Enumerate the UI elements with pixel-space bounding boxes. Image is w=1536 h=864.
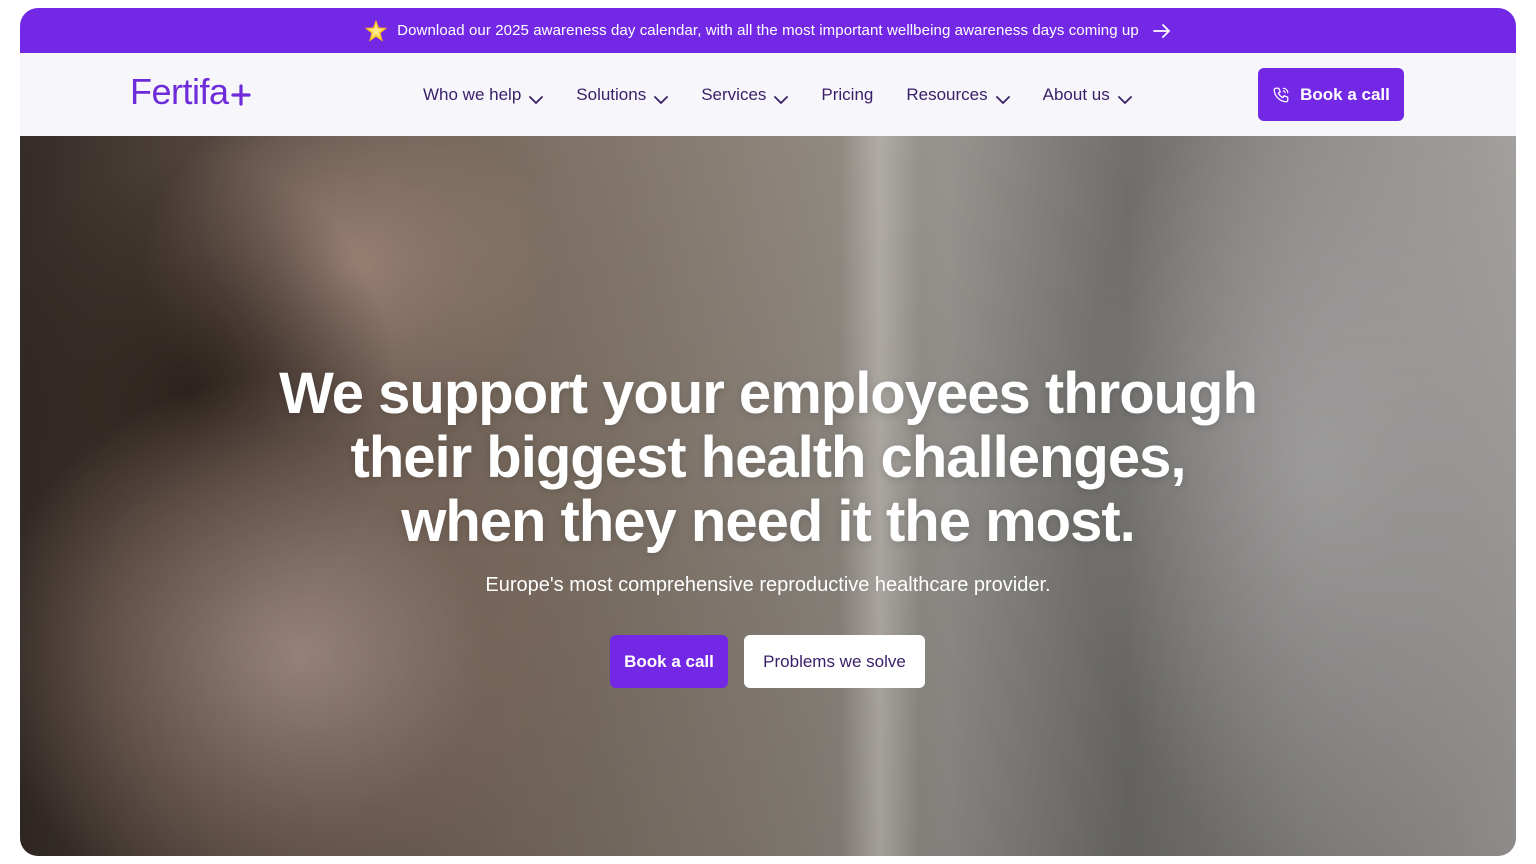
fertifa-logo[interactable]: Fertifa <box>130 71 252 112</box>
arrow-right-icon[interactable] <box>1152 23 1171 38</box>
logo-text: Fertifa <box>130 71 229 112</box>
hero-title-line: We support your employees through <box>279 361 1258 426</box>
hero-buttons: Book a call Problems we solve <box>610 635 925 688</box>
header-cta-label: Book a call <box>1300 84 1390 104</box>
nav-solutions[interactable]: Solutions <box>576 84 669 105</box>
announcement-text[interactable]: Download our 2025 awareness day calendar… <box>397 22 1139 39</box>
nav-who-we-help[interactable]: Who we help <box>423 84 544 105</box>
header-book-call-button[interactable]: Book a call <box>1258 68 1404 121</box>
hero-book-call-button[interactable]: Book a call <box>610 635 728 688</box>
site-header: Fertifa Who we help Solutions Services P… <box>20 53 1516 136</box>
phone-icon <box>1272 86 1290 104</box>
nav-about-us[interactable]: About us <box>1043 85 1132 105</box>
hero-content: We support your employees through their … <box>20 136 1516 856</box>
chevron-down-icon <box>1117 90 1132 104</box>
plus-icon <box>230 73 252 106</box>
star-icon <box>364 19 388 42</box>
nav-resources[interactable]: Resources <box>906 84 1010 105</box>
chevron-down-icon <box>774 90 789 104</box>
hero-title-line: when they need it the most. <box>401 489 1136 554</box>
hero-title: We support your employees through their … <box>200 362 1336 554</box>
nav-label: Pricing <box>821 84 874 104</box>
nav-label: Solutions <box>576 84 647 104</box>
nav-label: Who we help <box>423 84 522 104</box>
chevron-down-icon <box>654 90 669 104</box>
nav-label: Services <box>701 84 767 104</box>
main-nav: Who we help Solutions Services Pricing R… <box>423 53 1165 136</box>
page-frame: Download our 2025 awareness day calendar… <box>20 8 1516 856</box>
problems-we-solve-button[interactable]: Problems we solve <box>744 635 925 688</box>
hero-title-line: their biggest health challenges, <box>350 425 1187 490</box>
hero-subtitle: Europe's most comprehensive reproductive… <box>485 574 1051 596</box>
hero-section: We support your employees through their … <box>20 136 1516 856</box>
chevron-down-icon <box>529 90 544 104</box>
chevron-down-icon <box>995 90 1010 104</box>
nav-label: About us <box>1042 84 1110 104</box>
nav-services[interactable]: Services <box>701 84 789 105</box>
nav-label: Resources <box>906 84 988 104</box>
announcement-bar[interactable]: Download our 2025 awareness day calendar… <box>20 8 1516 53</box>
nav-pricing[interactable]: Pricing <box>821 85 873 105</box>
